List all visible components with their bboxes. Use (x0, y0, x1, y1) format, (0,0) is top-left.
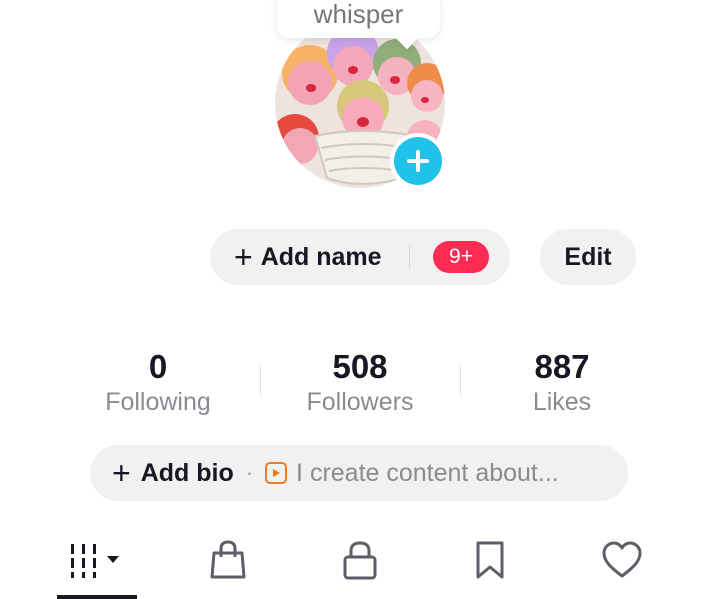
tab-private[interactable] (320, 535, 400, 585)
stat-followers[interactable]: 508 Followers (260, 348, 460, 417)
add-avatar-button[interactable] (390, 133, 446, 189)
plus-icon (394, 137, 442, 185)
plus-icon: + (112, 455, 131, 491)
heart-icon (602, 541, 642, 578)
divider (409, 245, 410, 269)
following-count: 0 (148, 348, 168, 385)
bookmark-icon (476, 541, 504, 579)
edit-profile-button[interactable]: Edit (540, 229, 636, 285)
bio-separator: · (245, 460, 254, 485)
divider (460, 366, 461, 396)
likes-count: 887 (534, 348, 590, 385)
lock-icon (343, 541, 377, 580)
bio-hint: I create content about... (296, 458, 559, 487)
plus-icon: + (234, 239, 253, 275)
tab-shop[interactable] (188, 535, 268, 585)
active-tab-indicator (57, 595, 137, 599)
username-tooltip: whisper (277, 0, 440, 50)
add-bio-button[interactable]: + Add bio · I create content about... (90, 445, 628, 501)
stat-likes[interactable]: 887 Likes (462, 348, 662, 417)
followers-count: 508 (332, 348, 388, 385)
play-icon (265, 462, 288, 484)
tab-liked[interactable] (582, 535, 662, 585)
shopping-bag-icon (210, 540, 246, 579)
following-label: Following (105, 388, 211, 416)
username-text: whisper (313, 0, 404, 29)
stat-following[interactable]: 0 Following (58, 348, 258, 417)
add-name-label: Add name (260, 242, 382, 271)
notification-badge[interactable]: 9+ (433, 241, 489, 273)
add-bio-label: Add bio (140, 458, 234, 487)
grid-videos-icon (71, 544, 119, 578)
profile-page: whisper + Add name 9+ Edit 0 Following 5… (0, 0, 720, 599)
tab-saved[interactable] (450, 535, 530, 585)
followers-label: Followers (306, 388, 414, 416)
tab-videos[interactable] (57, 535, 137, 585)
likes-label: Likes (532, 388, 592, 416)
